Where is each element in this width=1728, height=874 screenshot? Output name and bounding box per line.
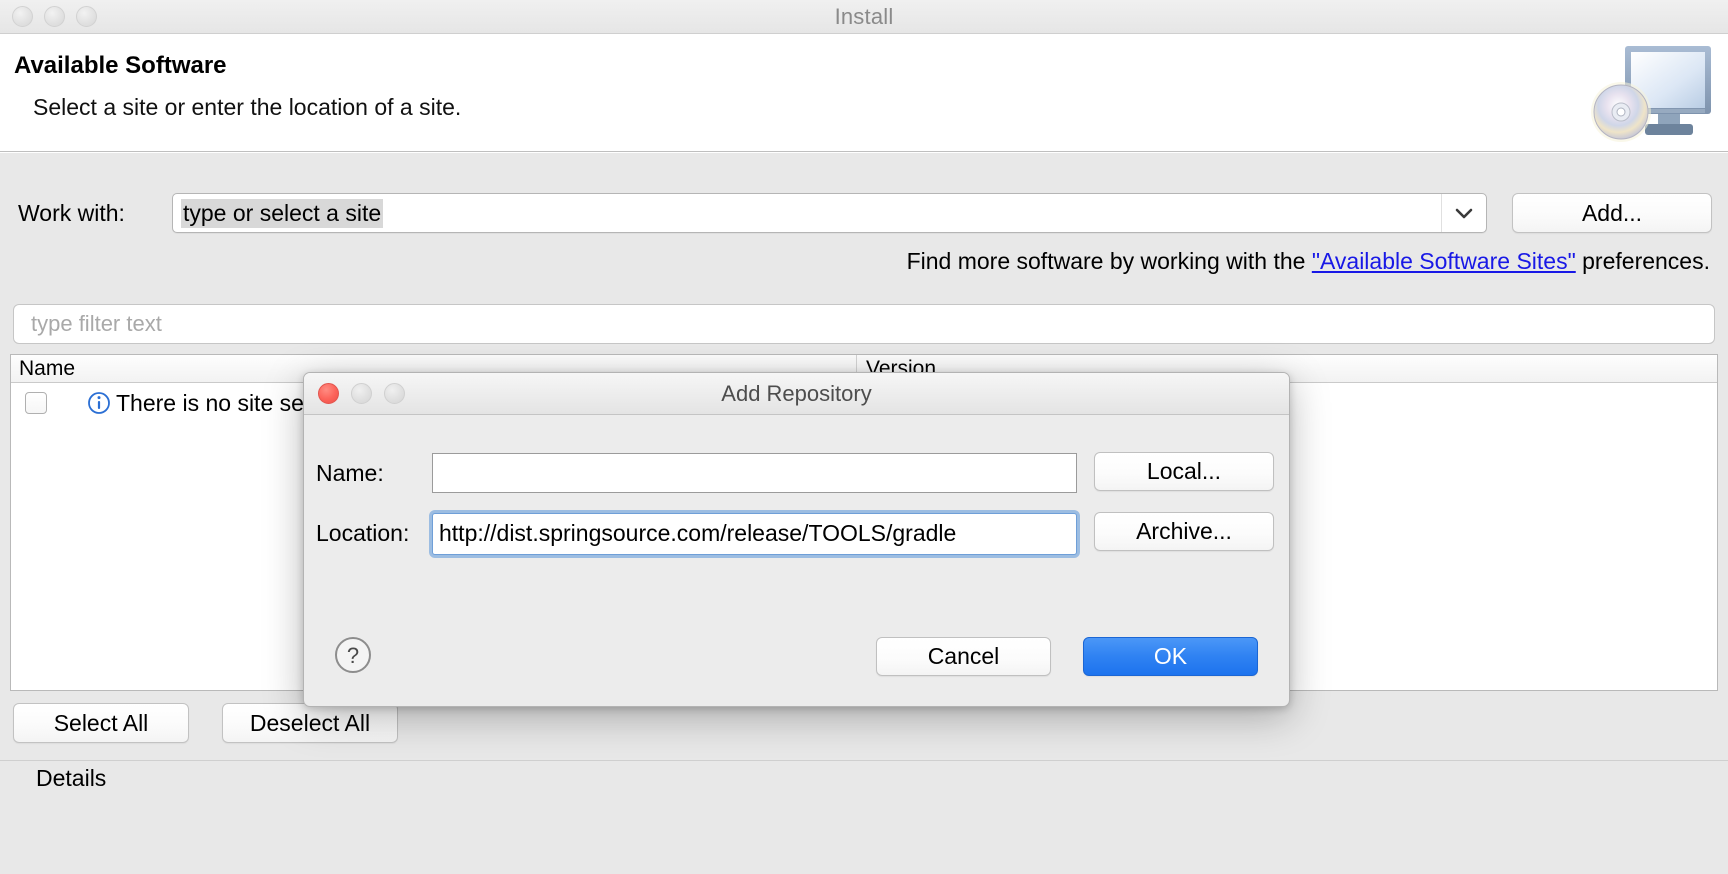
page-subtitle: Select a site or enter the location of a… xyxy=(33,94,462,120)
ok-button[interactable]: OK xyxy=(1083,637,1258,676)
deselect-all-button[interactable]: Deselect All xyxy=(222,703,398,743)
svg-text:?: ? xyxy=(347,643,359,668)
name-field[interactable] xyxy=(432,453,1077,493)
help-icon[interactable]: ? xyxy=(334,636,372,674)
add-repository-dialog: Add Repository Name: Local... Location: … xyxy=(303,372,1290,707)
install-monitor-cd-icon xyxy=(1588,40,1718,148)
work-with-combobox[interactable]: type or select a site xyxy=(172,193,1487,233)
window-title: Install xyxy=(834,4,894,29)
details-divider xyxy=(0,760,1728,761)
dialog-titlebar: Add Repository xyxy=(304,373,1289,415)
row-checkbox[interactable] xyxy=(25,392,47,414)
chevron-down-icon[interactable] xyxy=(1441,194,1486,232)
cancel-button[interactable]: Cancel xyxy=(876,637,1051,676)
wizard-banner: Available Software Select a site or ente… xyxy=(0,34,1728,152)
filter-placeholder: type filter text xyxy=(31,311,162,336)
page-title: Available Software xyxy=(14,52,227,79)
dialog-body: Name: Local... Location: http://dist.spr… xyxy=(304,415,1289,706)
work-with-label: Work with: xyxy=(18,200,125,226)
location-field[interactable]: http://dist.springsource.com/release/TOO… xyxy=(432,513,1077,555)
available-software-sites-link[interactable]: "Available Software Sites" xyxy=(1312,248,1576,274)
hint-prefix: Find more software by working with the xyxy=(906,248,1312,274)
select-all-button[interactable]: Select All xyxy=(13,703,189,743)
install-wizard-window: Install Available Software Select a site… xyxy=(0,0,1728,874)
filter-input[interactable]: type filter text xyxy=(13,304,1715,344)
details-label: Details xyxy=(36,765,107,791)
info-icon xyxy=(87,391,111,415)
work-with-row: Work with: type or select a site Add... xyxy=(0,193,1728,233)
column-header-name[interactable]: Name xyxy=(19,357,75,381)
local-button[interactable]: Local... xyxy=(1094,452,1274,491)
location-label: Location: xyxy=(316,520,410,546)
dialog-title: Add Repository xyxy=(721,381,872,406)
hint-suffix: preferences. xyxy=(1575,248,1710,274)
available-software-sites-hint: Find more software by working with the "… xyxy=(907,248,1710,275)
archive-button[interactable]: Archive... xyxy=(1094,512,1274,551)
add-repository-button[interactable]: Add... xyxy=(1512,193,1712,233)
work-with-input[interactable]: type or select a site xyxy=(181,199,384,228)
main-window-titlebar: Install xyxy=(0,0,1728,34)
name-label: Name: xyxy=(316,460,384,486)
